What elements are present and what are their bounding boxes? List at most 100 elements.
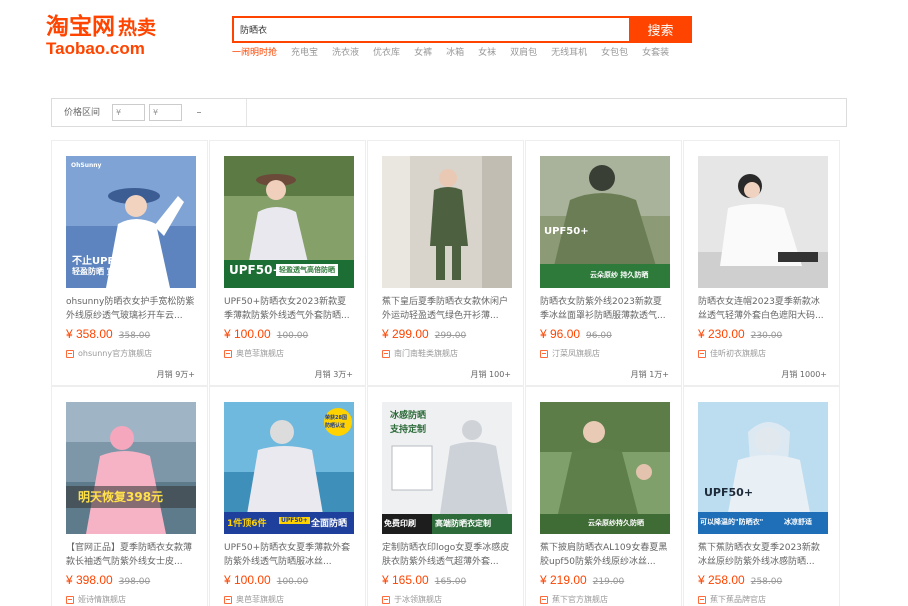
product-price: ¥ 100.00: [224, 573, 271, 587]
shop-icon: [698, 595, 706, 604]
hot-keyword[interactable]: 冰箱: [446, 47, 464, 59]
shop-name[interactable]: 汀菜凤旗舰店: [552, 348, 600, 359]
shop-name[interactable]: 蕉下蕉品牌官店: [710, 594, 766, 605]
taobao-logo[interactable]: 淘宝网 热卖 Taobao.com: [46, 14, 196, 58]
shop-icon: [382, 595, 390, 604]
product-image[interactable]: [382, 156, 512, 288]
product-price: ¥ 398.00: [66, 573, 113, 587]
product-card[interactable]: 冰感防晒 支持定制 免费印刷 高端防晒衣定制 定制防晒衣印logo女夏季冰感皮肤…: [367, 386, 524, 606]
shop-name[interactable]: ohsunny官方旗舰店: [78, 348, 152, 359]
product-price: ¥ 258.00: [698, 573, 745, 587]
shop-name[interactable]: 蕉下官方旗舰店: [552, 594, 608, 605]
product-original-price: 219.00: [592, 577, 625, 587]
hot-keywords: 一闹明时抢 充电宝 洗衣液 优衣库 女裤 冰箱 女袜 双肩包 无线耳机 女包包 …: [232, 47, 683, 59]
shop-icon: [382, 349, 390, 358]
product-price: ¥ 219.00: [540, 573, 587, 587]
product-image-caption: 支持定制: [390, 425, 427, 435]
search-button[interactable]: 搜索: [629, 16, 692, 43]
product-image[interactable]: 明天恢复398元: [66, 402, 196, 534]
product-image[interactable]: UPF50+ 云朵原纱 持久防晒: [540, 156, 670, 288]
product-price: ¥ 100.00: [224, 327, 271, 341]
product-image-caption: 荣获28国: [325, 415, 347, 421]
product-image-caption: 全面防晒: [311, 519, 348, 529]
logo-english-text: Taobao.com: [46, 39, 145, 58]
product-image[interactable]: 荣获28国 防晒认证 1件顶6件 UPF50+ 全面防晒: [224, 402, 354, 534]
product-original-price: 96.00: [586, 331, 612, 341]
product-card[interactable]: 蕉下皇后夏季防晒衣女款休闲户外运动轻盈透气绿色开衫薄... ¥ 299.00 2…: [367, 140, 524, 386]
shop-name[interactable]: 佳听初衣旗舰店: [710, 348, 766, 359]
product-image-caption: 免费印刷: [384, 519, 416, 528]
monthly-sales: 月销 3万+: [314, 370, 353, 379]
product-original-price: 398.00: [118, 577, 151, 587]
product-image-caption: UPF50+: [544, 226, 589, 237]
shop-name[interactable]: 奥芭菲旗舰店: [236, 594, 284, 605]
product-title[interactable]: 蕉下披肩防晒衣AL109女春夏黑胶upf50防紫外线原纱冰丝...: [540, 541, 670, 569]
product-image-caption: 明天恢复398元: [78, 490, 164, 504]
product-card[interactable]: UPF50+ 可以降温的"防晒衣" 冰凉舒适 蕉下蕉防晒衣女夏季2023新款冰丝…: [683, 386, 840, 606]
product-original-price: 100.00: [276, 577, 309, 587]
product-image[interactable]: 冰感防晒 支持定制 免费印刷 高端防晒衣定制: [382, 402, 512, 534]
hot-keyword[interactable]: 女裤: [414, 47, 432, 59]
product-original-price: 258.00: [750, 577, 783, 587]
product-title[interactable]: ohsunny防晒衣女护手宽松防紫外线原纱透气玻璃衫开车云...: [66, 295, 196, 323]
shop-name[interactable]: 娅诗情旗舰店: [78, 594, 126, 605]
hot-keyword[interactable]: 女套装: [642, 47, 669, 59]
shop-name[interactable]: 南门南鞋类旗舰店: [394, 348, 458, 359]
monthly-sales: 月销 100+: [470, 370, 511, 379]
product-image[interactable]: 云朵原纱持久防晒: [540, 402, 670, 534]
product-title[interactable]: 定制防晒衣印logo女夏季冰感皮肤衣防紫外线透气超薄外套...: [382, 541, 512, 569]
shop-icon: [224, 595, 232, 604]
hot-keyword[interactable]: 女袜: [478, 47, 496, 59]
monthly-sales: 月销 1万+: [630, 370, 669, 379]
product-card[interactable]: 云朵原纱持久防晒 蕉下披肩防晒衣AL109女春夏黑胶upf50防紫外线原纱冰丝.…: [525, 386, 682, 606]
product-card[interactable]: 防晒衣女连帽2023夏季新款冰丝透气轻薄外套白色遮阳大码... ¥ 230.00…: [683, 140, 840, 386]
hot-keyword[interactable]: 女包包: [601, 47, 628, 59]
hot-keyword[interactable]: 双肩包: [510, 47, 537, 59]
search-input[interactable]: [234, 18, 629, 41]
product-image[interactable]: OhSunny 不止UPF50+ 轻盈防晒 宽松透气: [66, 156, 196, 288]
product-title[interactable]: 蕉下皇后夏季防晒衣女款休闲户外运动轻盈透气绿色开衫薄...: [382, 295, 512, 323]
filter-divider: [246, 99, 247, 126]
product-title[interactable]: UPF50+防晒衣女2023新款夏季薄款防紫外线透气外套防晒...: [224, 295, 354, 323]
product-original-price: 230.00: [750, 331, 783, 341]
product-card[interactable]: 明天恢复398元 【官网正品】夏季防晒衣女款薄款长袖透气防紫外线女士皮... ¥…: [51, 386, 208, 606]
product-title[interactable]: 防晒衣女防紫外线2023新款夏季冰丝面罩衫防晒服薄款透气...: [540, 295, 670, 323]
product-title[interactable]: 防晒衣女连帽2023夏季新款冰丝透气轻薄外套白色遮阳大码...: [698, 295, 828, 323]
price-min-input[interactable]: ¥: [112, 104, 145, 121]
shop-icon: [540, 595, 548, 604]
product-image-caption: 云朵原纱 持久防晒: [590, 271, 649, 279]
product-image-caption: UPF50+: [279, 517, 310, 524]
hot-keyword[interactable]: 洗衣液: [332, 47, 359, 59]
hot-keyword[interactable]: 无线耳机: [551, 47, 587, 59]
logo-main-text: 淘宝网: [46, 13, 115, 40]
shop-name[interactable]: 于冰领旗舰店: [394, 594, 442, 605]
hot-keyword[interactable]: 充电宝: [291, 47, 318, 59]
shop-name[interactable]: 奥芭菲旗舰店: [236, 348, 284, 359]
shop-icon: [66, 595, 74, 604]
product-original-price: 165.00: [434, 577, 467, 587]
product-image-caption: 冰感防晒: [390, 411, 427, 421]
product-image-brand: OhSunny: [71, 162, 102, 169]
price-filter-bar: 价格区间 ¥ ¥: [51, 98, 847, 127]
logo-sub-text: 热卖: [118, 17, 157, 39]
product-title[interactable]: UPF50+防晒衣女夏季薄款外套防紫外线透气防晒服冰丝...: [224, 541, 354, 569]
hot-keyword[interactable]: 优衣库: [373, 47, 400, 59]
price-max-input[interactable]: ¥: [149, 104, 182, 121]
product-image-caption: 云朵原纱持久防晒: [588, 519, 644, 527]
product-price: ¥ 230.00: [698, 327, 745, 341]
product-card[interactable]: 荣获28国 防晒认证 1件顶6件 UPF50+ 全面防晒 UPF50+防晒衣女夏…: [209, 386, 366, 606]
product-card[interactable]: UPF50+ 云朵原纱 持久防晒 防晒衣女防紫外线2023新款夏季冰丝面罩衫防晒…: [525, 140, 682, 386]
product-title[interactable]: 蕉下蕉防晒衣女夏季2023新款冰丝原纱防紫外线冰感防晒...: [698, 541, 828, 569]
product-image-caption: 冰凉舒适: [784, 518, 812, 526]
product-image[interactable]: [698, 156, 828, 288]
product-image[interactable]: UPF50+ 可以降温的"防晒衣" 冰凉舒适: [698, 402, 828, 534]
product-price: ¥ 96.00: [540, 327, 581, 341]
hot-keyword[interactable]: 一闹明时抢: [232, 47, 277, 59]
product-original-price: 358.00: [118, 331, 151, 341]
price-range-label: 价格区间: [64, 108, 101, 118]
product-title[interactable]: 【官网正品】夏季防晒衣女款薄款长袖透气防紫外线女士皮...: [66, 541, 196, 569]
product-card[interactable]: UPF50+ 轻盈透气高倍防晒 UPF50+防晒衣女2023新款夏季薄款防紫外线…: [209, 140, 366, 386]
product-image[interactable]: UPF50+ 轻盈透气高倍防晒: [224, 156, 354, 288]
shop-icon: [698, 349, 706, 358]
product-card[interactable]: OhSunny 不止UPF50+ 轻盈防晒 宽松透气 ohsunny防晒衣女护手…: [51, 140, 208, 386]
